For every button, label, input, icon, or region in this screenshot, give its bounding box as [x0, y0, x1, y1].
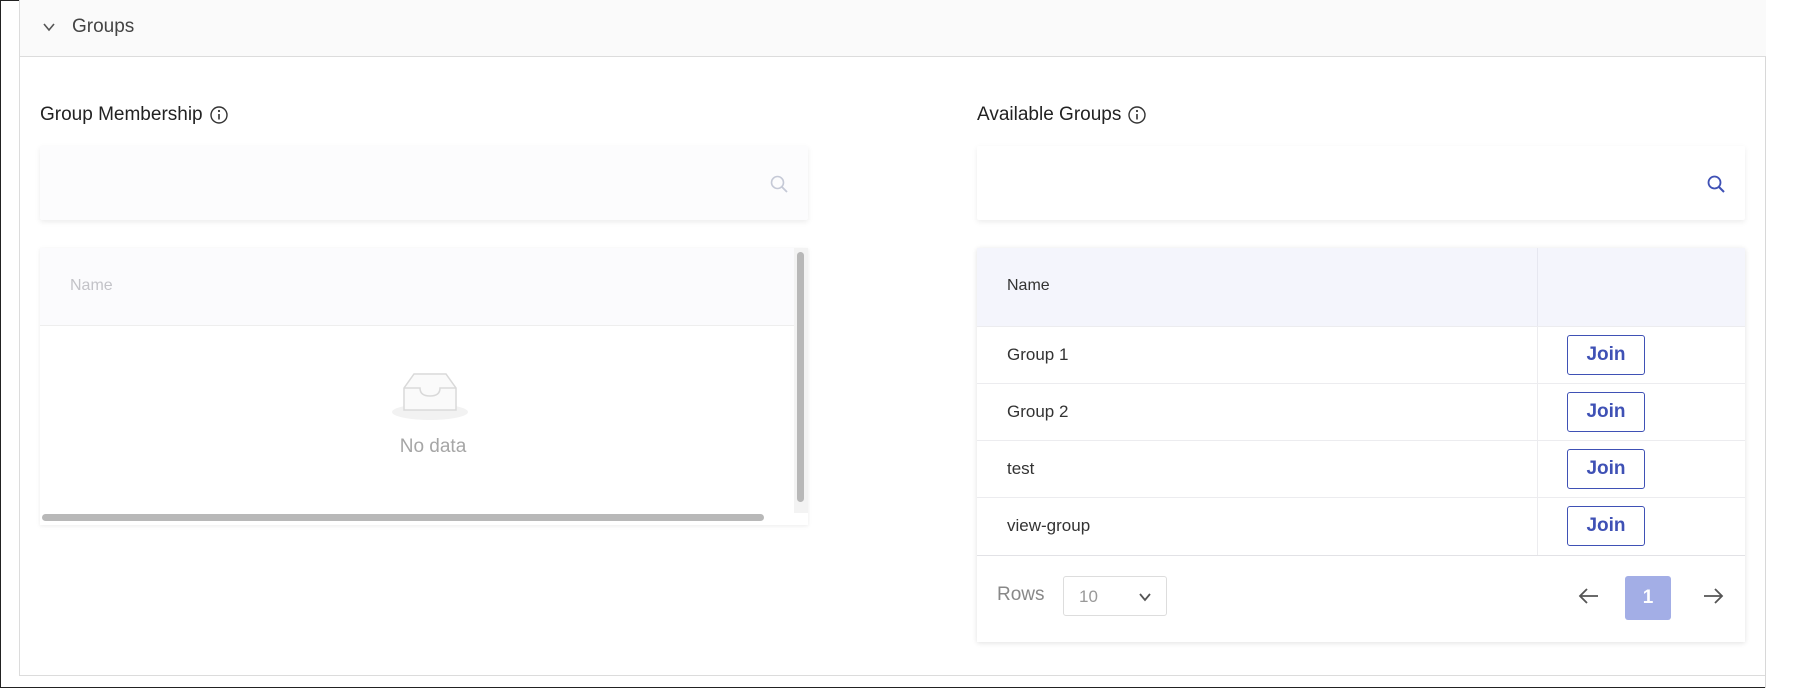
search-icon[interactable]	[769, 174, 789, 194]
group-name-cell: Group 1	[1007, 345, 1069, 364]
join-button[interactable]: Join	[1567, 335, 1645, 375]
page-number-button[interactable]: 1	[1625, 576, 1671, 620]
group-name-cell: Group 2	[1007, 402, 1069, 421]
rows-per-page-value: 10	[1079, 587, 1098, 606]
available-groups-table: Name Group 1 Join Group 2 Join test Join…	[977, 248, 1745, 642]
join-button[interactable]: Join	[1567, 392, 1645, 432]
membership-search-box	[40, 146, 808, 220]
available-search-input[interactable]	[977, 146, 1745, 220]
chevron-down-icon	[1139, 593, 1151, 602]
membership-table: Name No data	[40, 248, 808, 525]
column-divider	[1537, 248, 1538, 326]
membership-search-input[interactable]	[40, 146, 808, 220]
column-divider	[1537, 441, 1538, 498]
column-header-name: Name	[70, 277, 113, 294]
column-divider	[1537, 498, 1538, 555]
info-icon[interactable]	[1127, 105, 1147, 125]
table-row: test Join	[977, 440, 1745, 498]
column-divider	[1537, 327, 1538, 384]
table-row: view-group Join	[977, 497, 1745, 555]
vertical-scrollbar-thumb[interactable]	[797, 252, 804, 502]
column-header-name: Name	[1007, 277, 1050, 294]
available-groups-label: Available Groups	[977, 104, 1122, 125]
groups-panel-header[interactable]: Groups	[20, 0, 1766, 57]
group-name-cell: test	[1007, 459, 1035, 478]
arrow-left-icon[interactable]	[1577, 586, 1601, 606]
join-button[interactable]: Join	[1567, 449, 1645, 489]
right-edge-bar	[1765, 0, 1794, 688]
group-membership-label: Group Membership	[40, 104, 203, 125]
chevron-down-icon[interactable]	[41, 19, 57, 35]
inbox-icon	[392, 373, 468, 420]
table-header: Name	[977, 248, 1745, 326]
group-membership-title: Group Membership	[40, 104, 229, 126]
rows-per-page-label: Rows	[997, 584, 1045, 605]
arrow-right-icon[interactable]	[1701, 586, 1725, 606]
table-header: Name	[40, 248, 794, 326]
panel-title: Groups	[72, 16, 135, 37]
empty-state-text: No data	[399, 436, 467, 457]
group-name-cell: view-group	[1007, 516, 1091, 535]
info-icon[interactable]	[209, 105, 229, 125]
pagination-footer: Rows 10 1	[977, 555, 1745, 642]
join-button[interactable]: Join	[1567, 506, 1645, 546]
table-row: Group 1 Join	[977, 326, 1745, 384]
horizontal-scrollbar-thumb[interactable]	[42, 514, 764, 521]
available-search-box	[977, 146, 1745, 220]
table-row: Group 2 Join	[977, 383, 1745, 441]
rows-per-page-select[interactable]: 10	[1063, 576, 1167, 616]
search-icon[interactable]	[1706, 174, 1726, 194]
column-divider	[1537, 384, 1538, 441]
available-groups-title: Available Groups	[977, 104, 1147, 126]
